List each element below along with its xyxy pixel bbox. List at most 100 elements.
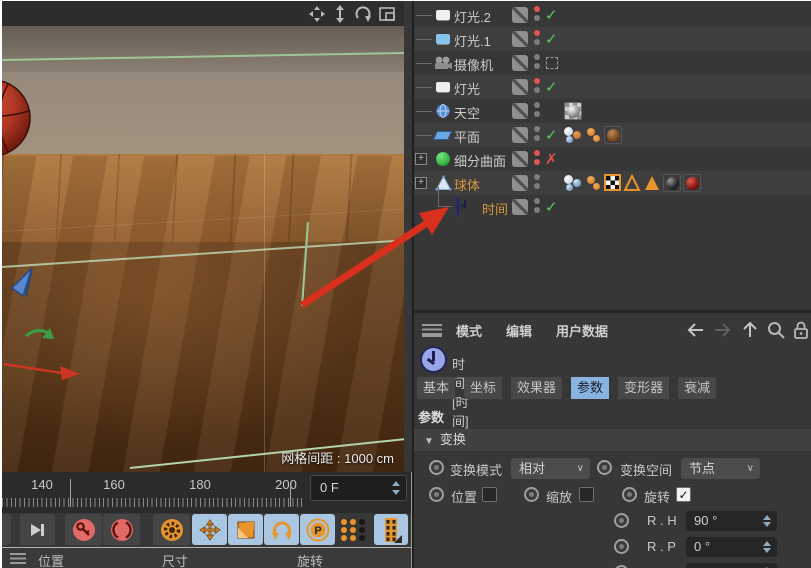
object-row-sky[interactable]: 天空 [414, 99, 811, 123]
basketball-object[interactable] [2, 76, 34, 160]
polygon-selection-tag[interactable] [623, 174, 641, 192]
keyframe-circle[interactable] [614, 539, 629, 554]
keyframe-circle[interactable] [524, 487, 539, 502]
rb-field[interactable]: 0 ° [686, 563, 777, 568]
ruler-tick-strip[interactable] [2, 498, 304, 507]
tab-deformer[interactable]: 变形器 [618, 377, 670, 399]
lock-icon[interactable] [791, 320, 811, 340]
visibility-dots[interactable] [534, 6, 541, 24]
disabled-cross-icon[interactable]: ✗ [545, 150, 558, 168]
scale-checkbox[interactable] [579, 487, 594, 502]
search-icon[interactable] [766, 320, 786, 340]
camera-active-toggle-icon[interactable] [546, 57, 558, 69]
object-row-subdivision[interactable]: + 细分曲面 ✗ [414, 147, 811, 171]
object-row-time[interactable]: 时间 ✓ [414, 187, 811, 219]
object-name[interactable]: 灯光.2 [454, 7, 491, 26]
menu-edit[interactable]: 编辑 [506, 321, 532, 340]
phong-tag[interactable] [564, 126, 582, 144]
rp-spinner[interactable] [763, 537, 772, 557]
visibility-dots[interactable] [534, 198, 541, 216]
keyframe-circle[interactable] [597, 460, 612, 475]
keyframe-circle[interactable] [614, 513, 629, 528]
transform-space-select[interactable]: 节点 ∨ [681, 458, 760, 479]
axis-x-arrow[interactable] [3, 362, 63, 375]
position-checkbox[interactable] [482, 487, 497, 502]
timeline-ruler[interactable]: 140 160 180 200 0 F [2, 472, 412, 513]
object-name[interactable]: 灯光.1 [454, 31, 491, 50]
layer-toggle[interactable] [512, 199, 528, 215]
layer-toggle[interactable] [512, 31, 528, 47]
tab-coordinates[interactable]: 坐标 [464, 377, 503, 399]
rh-spinner[interactable] [763, 511, 772, 531]
attribute-menu-icon[interactable] [422, 324, 442, 337]
expand-icon[interactable]: + [415, 177, 427, 189]
transform-group-header[interactable]: ▼ 变换 [414, 429, 811, 451]
object-name-selected[interactable]: 时间 [482, 199, 508, 218]
layer-toggle[interactable] [512, 103, 528, 119]
object-name[interactable]: 平面 [454, 127, 480, 146]
camera-pan-icon[interactable] [308, 5, 326, 23]
rp-field[interactable]: 0 ° [686, 537, 777, 557]
rotation-checkbox-checked[interactable]: ✓ [676, 487, 691, 502]
goto-next-key-button[interactable] [20, 514, 55, 545]
object-axis-gizmo[interactable] [2, 242, 94, 382]
object-row-light2[interactable]: 灯光.2 ✓ [414, 3, 811, 27]
layer-toggle[interactable] [512, 175, 528, 191]
keyframe-circle[interactable] [429, 487, 444, 502]
transform-mode-select[interactable]: 相对 ∨ [511, 458, 590, 479]
tab-falloff[interactable]: 衰减 [678, 377, 717, 399]
viewport-maximize-icon[interactable] [378, 5, 396, 23]
object-row-camera[interactable]: 摄像机 [414, 51, 811, 75]
layer-toggle[interactable] [512, 127, 528, 143]
polygon-selection-tag-filled[interactable] [643, 174, 661, 192]
visibility-dots[interactable] [534, 78, 541, 96]
timeline-panel-button[interactable] [374, 514, 408, 545]
object-row-sphere[interactable]: + 球体 [414, 171, 811, 195]
object-name[interactable]: 摄像机 [454, 55, 493, 74]
visibility-dots[interactable] [534, 126, 541, 144]
menu-mode[interactable]: 模式 [456, 321, 482, 340]
history-forward-icon[interactable] [712, 320, 732, 340]
parent-up-icon[interactable] [740, 320, 760, 340]
enabled-check-icon[interactable]: ✓ [545, 6, 558, 24]
coordinate-menu-icon[interactable] [10, 553, 26, 564]
red-material-tag[interactable] [683, 174, 701, 192]
camera-orbit-icon[interactable] [354, 5, 372, 23]
compositing-tag[interactable] [584, 126, 602, 144]
menu-user-data[interactable]: 用户数据 [556, 321, 608, 340]
object-row-light[interactable]: 灯光 ✓ [414, 75, 811, 99]
sky-texture-tag[interactable] [564, 102, 582, 120]
camera-dolly-icon[interactable] [331, 5, 349, 23]
keyframe-circle[interactable] [622, 487, 637, 502]
uvw-tag[interactable] [604, 174, 621, 191]
enabled-check-icon[interactable]: ✓ [545, 30, 558, 48]
object-row-light1[interactable]: 灯光.1 ✓ [414, 27, 811, 51]
black-material-tag[interactable] [663, 174, 681, 192]
compositing-tag[interactable] [584, 174, 602, 192]
tab-basic[interactable]: 基本 [417, 377, 456, 399]
visibility-dots[interactable] [534, 30, 541, 48]
point-level-animation-toggle[interactable] [336, 514, 371, 545]
enabled-check-icon[interactable]: ✓ [545, 198, 558, 216]
autokey-button[interactable] [103, 514, 140, 545]
layer-toggle[interactable] [512, 151, 528, 167]
rh-field[interactable]: 90 ° [686, 511, 777, 531]
wood-material-tag[interactable] [604, 126, 622, 144]
layer-toggle[interactable] [512, 79, 528, 95]
current-frame-field[interactable]: 0 F [310, 475, 407, 501]
viewport-scene[interactable]: 网格间距 : 1000 cm [2, 26, 404, 472]
record-keyframe-button[interactable] [65, 514, 102, 545]
expand-icon[interactable]: + [415, 153, 427, 165]
layer-toggle[interactable] [512, 7, 528, 23]
record-rotation-toggle[interactable] [264, 514, 299, 545]
enabled-check-icon[interactable]: ✓ [545, 78, 558, 96]
frame-spinner[interactable] [392, 476, 401, 500]
object-row-plane[interactable]: 平面 ✓ [414, 123, 811, 147]
object-name[interactable]: 细分曲面 [454, 151, 506, 170]
tab-parameter-active[interactable]: 参数 [571, 377, 610, 399]
visibility-dots[interactable] [534, 174, 541, 192]
transport-button-clipped[interactable] [2, 514, 11, 545]
visibility-dots[interactable] [534, 54, 541, 72]
enabled-check-icon[interactable]: ✓ [545, 126, 558, 144]
keyframe-settings-button[interactable] [153, 514, 190, 545]
